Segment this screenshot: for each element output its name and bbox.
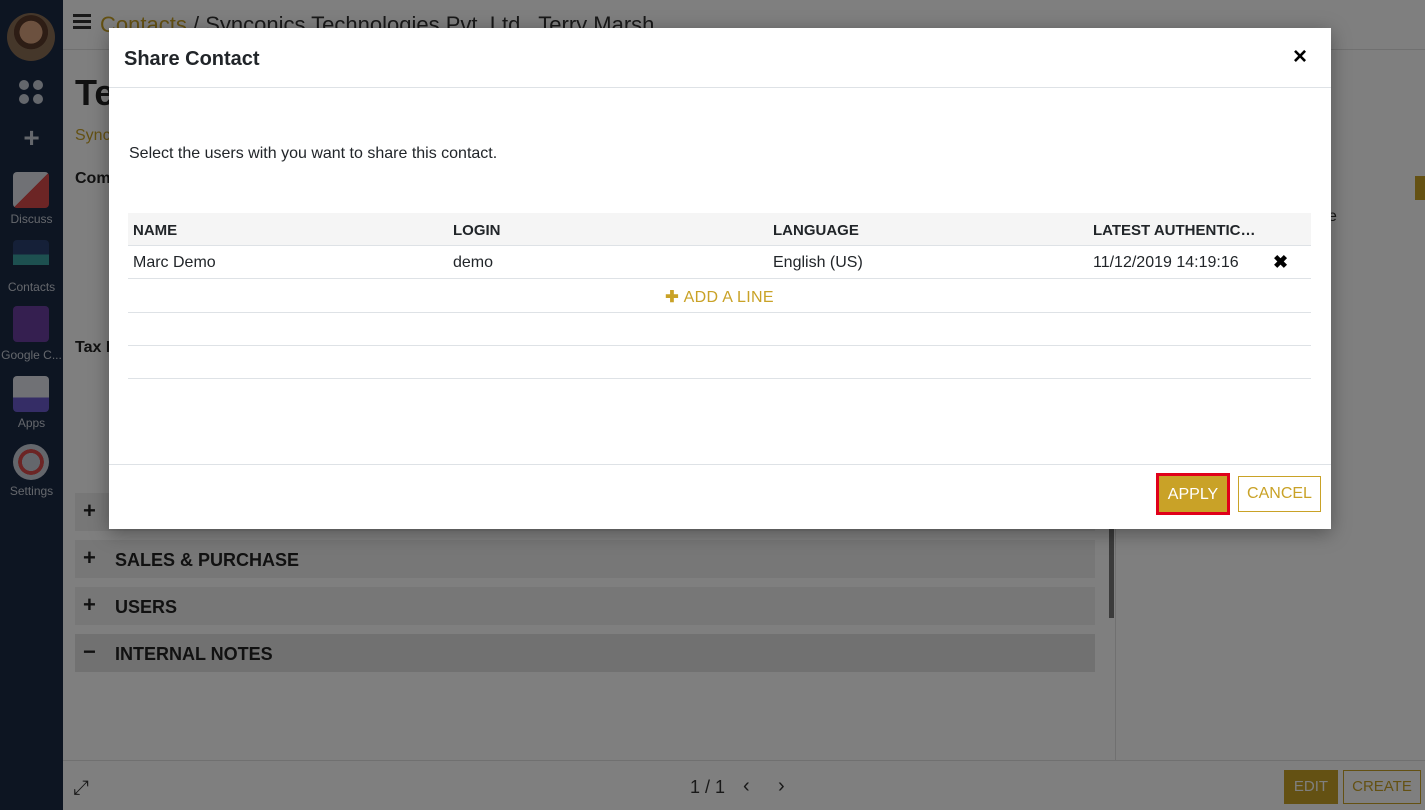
plus-icon: ✚ xyxy=(665,289,679,306)
add-line-label: ADD A LINE xyxy=(683,289,774,306)
share-contact-dialog: Share Contact × Select the users with yo… xyxy=(109,28,1331,529)
empty-row xyxy=(128,346,1311,379)
apply-button[interactable]: APPLY xyxy=(1156,473,1230,515)
delete-row-icon[interactable]: ✖ xyxy=(1273,252,1288,273)
cell-latest-authentication: 11/12/2019 14:19:16 xyxy=(1093,254,1239,271)
add-line-link[interactable]: ✚ ADD A LINE xyxy=(665,287,774,307)
dialog-footer: APPLY CANCEL xyxy=(109,464,1331,529)
add-line-row: ✚ ADD A LINE xyxy=(128,279,1311,313)
column-header-latest-authentication[interactable]: LATEST AUTHENTICATION xyxy=(1093,222,1265,239)
cancel-button[interactable]: CANCEL xyxy=(1238,476,1321,512)
table-row[interactable]: Marc Demo demo English (US) 11/12/2019 1… xyxy=(128,246,1311,279)
column-header-login[interactable]: LOGIN xyxy=(453,222,753,239)
dialog-title: Share Contact xyxy=(124,48,260,70)
dialog-description: Select the users with you want to share … xyxy=(129,145,498,162)
close-icon[interactable]: × xyxy=(1293,44,1307,70)
column-header-language[interactable]: LANGUAGE xyxy=(773,222,1073,239)
table-header: NAME LOGIN LANGUAGE LATEST AUTHENTICATIO… xyxy=(128,213,1311,246)
cell-name: Marc Demo xyxy=(133,254,216,271)
empty-row xyxy=(128,313,1311,346)
cell-language: English (US) xyxy=(773,254,863,271)
cell-login: demo xyxy=(453,254,494,271)
dialog-header: Share Contact × xyxy=(109,28,1331,88)
column-header-name[interactable]: NAME xyxy=(133,222,433,239)
